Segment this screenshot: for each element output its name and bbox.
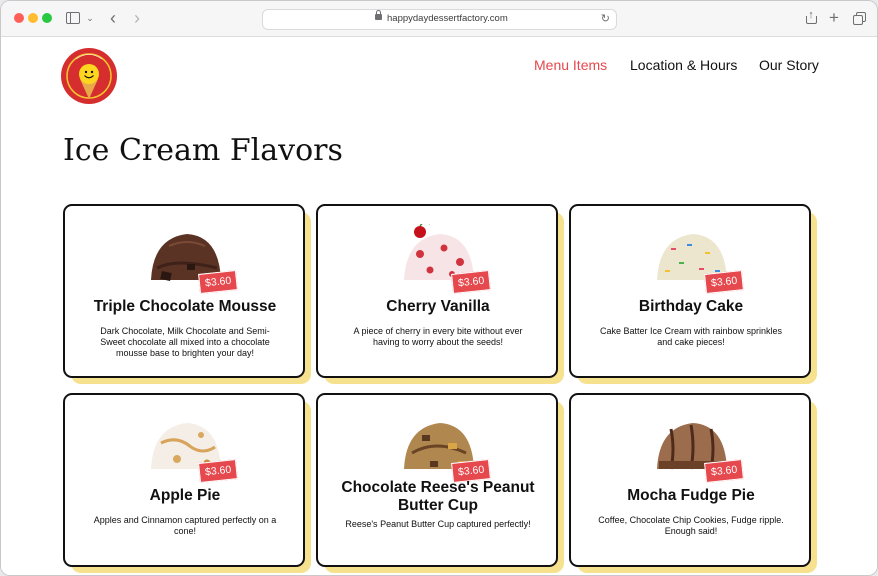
share-icon[interactable]: ↑ (804, 8, 818, 28)
price-tag: $3.60 (451, 270, 492, 294)
flavor-description: Cake Batter Ice Cream with rainbow sprin… (599, 326, 783, 347)
browser-window: ⌄ ‹ › happydaydessertfactory.com ↻ ↑ + M… (0, 0, 878, 576)
tab-overview-icon[interactable] (852, 8, 866, 28)
sidebar-icon[interactable] (65, 8, 81, 28)
nav-location-hours[interactable]: Location & Hours (630, 57, 737, 73)
flavor-name: Mocha Fudge Pie (627, 487, 755, 504)
minimize-window-button[interactable] (28, 13, 38, 23)
close-window-button[interactable] (14, 13, 24, 23)
zoom-window-button[interactable] (42, 13, 52, 23)
flavor-name: Triple Chocolate Mousse (93, 298, 277, 315)
nav-our-story[interactable]: Our Story (759, 57, 819, 73)
url-text: happydaydessertfactory.com (387, 13, 508, 24)
flavor-description: A piece of cherry in every bite without … (353, 326, 523, 347)
back-arrow-icon[interactable]: ‹ (105, 8, 121, 28)
flavor-name: Apple Pie (149, 487, 221, 504)
flavor-name: Birthday Cake (638, 298, 744, 315)
nav-menu-items[interactable]: Menu Items (534, 57, 607, 73)
flavor-description: Dark Chocolate, Milk Chocolate and Semi-… (100, 326, 270, 358)
flavor-description: Reese's Peanut Butter Cup captured perfe… (345, 519, 531, 529)
reload-icon[interactable]: ↻ (601, 12, 610, 25)
flavor-description: Apples and Cinnamon captured perfectly o… (93, 515, 277, 536)
page-content: Menu Items Location & Hours Our Story Ic… (1, 37, 877, 575)
flavor-name: Cherry Vanilla (386, 298, 490, 315)
forward-arrow-icon[interactable]: › (129, 8, 145, 28)
price-tag: $3.60 (704, 459, 745, 483)
page-title: Ice Cream Flavors (63, 133, 343, 168)
flavor-description: Coffee, Chocolate Chip Cookies, Fudge ri… (598, 515, 784, 536)
flavor-name: Chocolate Reese's Peanut Butter Cup (341, 479, 535, 514)
chevron-down-icon[interactable]: ⌄ (85, 8, 95, 28)
browser-toolbar: ⌄ ‹ › happydaydessertfactory.com ↻ ↑ + (1, 1, 877, 37)
price-tag: $3.60 (704, 270, 745, 294)
lock-icon (375, 10, 382, 20)
price-tag: $3.60 (198, 270, 239, 294)
price-tag: $3.60 (198, 459, 239, 483)
site-logo[interactable] (60, 47, 118, 105)
new-tab-icon[interactable]: + (827, 8, 841, 28)
address-bar[interactable]: happydaydessertfactory.com ↻ (262, 9, 617, 30)
